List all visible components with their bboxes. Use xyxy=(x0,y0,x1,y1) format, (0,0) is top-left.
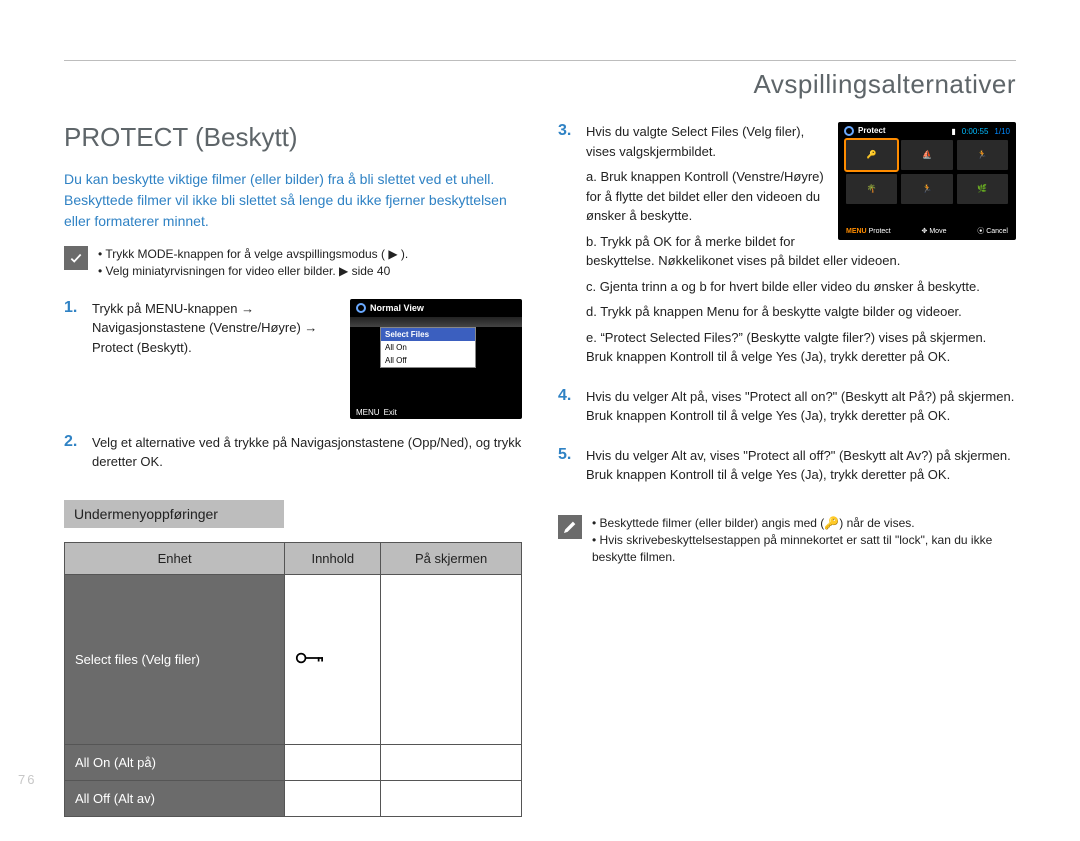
table-row: All Off (Alt av) xyxy=(65,780,522,816)
divider xyxy=(64,60,1016,61)
thumbnail: 🏃 xyxy=(901,174,952,204)
step3-e: e. “Protect Selected Files?” (Beskytte v… xyxy=(586,328,1016,367)
step-1: 1. Trykk på MENU-knappen → Navigasjonsta… xyxy=(64,299,522,419)
step-number: 2. xyxy=(64,433,82,478)
cell-enhet: Select files (Velg filer) xyxy=(65,574,285,744)
thumbnail: 🏃 xyxy=(957,140,1008,170)
step-text: Trykk på MENU-knappen → Navigasjonstaste… xyxy=(92,299,340,358)
pencil-icon xyxy=(558,515,582,539)
note-line: Hvis skrivebeskyttelsestappen på minneko… xyxy=(592,532,1016,567)
th-enhet: Enhet xyxy=(65,542,285,574)
page-number: 76 xyxy=(18,772,36,787)
foot-menu: MENU xyxy=(846,228,867,235)
note-box: Beskyttede filmer (eller bilder) angis m… xyxy=(558,515,1016,567)
menu-label: MENU xyxy=(356,408,380,417)
callout-line: Velg miniatyrvisningen for video eller b… xyxy=(98,263,408,280)
step-number: 4. xyxy=(558,387,576,432)
cell-enhet: All On (Alt på) xyxy=(65,744,285,780)
cell-enhet: All Off (Alt av) xyxy=(65,780,285,816)
list-item: All Off xyxy=(381,354,475,367)
th-skjerm: På skjermen xyxy=(381,542,522,574)
time-label: 0:00:55 xyxy=(962,126,989,138)
step-2: 2. Velg et alternative ved å trykke på N… xyxy=(64,433,522,478)
page-title: PROTECT (Beskytt) xyxy=(64,122,522,153)
step-number: 3. xyxy=(558,122,576,373)
step-5: 5. Hvis du velger Alt av, vises "Protect… xyxy=(558,446,1016,491)
step-number: 1. xyxy=(64,299,82,419)
chapter-title: Avspillingsalternativer xyxy=(64,69,1016,100)
table-row: All On (Alt på) xyxy=(65,744,522,780)
step3-d: d. Trykk på knappen Menu for å beskytte … xyxy=(586,302,1016,322)
step3-c: c. Gjenta trinn a og b for hvert bilde e… xyxy=(586,277,1016,297)
play-icon xyxy=(356,303,366,313)
cell-innhold xyxy=(285,574,381,744)
intro-text: Du kan beskytte viktige filmer (eller bi… xyxy=(64,169,522,232)
screenshot-a: Normal View Select Files All On All Off … xyxy=(350,299,522,419)
thumbnail: 🔑 xyxy=(846,140,897,170)
thumbnail: 🌴 xyxy=(846,174,897,204)
step-4: 4. Hvis du velger Alt på, vises "Protect… xyxy=(558,387,1016,432)
thumbnail: 🌿 xyxy=(957,174,1008,204)
screen-a-title: Normal View xyxy=(370,303,424,313)
screenshot-b: Protect ▮ 0:00:55 1/10 🔑 ⛵ 🏃 🌴 xyxy=(838,122,1016,240)
callout-box: Trykk MODE-knappen for å velge avspillin… xyxy=(64,246,522,281)
note-bullets: Beskyttede filmer (eller bilder) angis m… xyxy=(592,515,1016,567)
table-row: Select files (Velg filer) xyxy=(65,574,522,744)
callout-bullets: Trykk MODE-knappen for å velge avspillin… xyxy=(98,246,408,281)
check-icon xyxy=(64,246,88,270)
callout-line: Trykk MODE-knappen for å velge avspillin… xyxy=(98,246,408,263)
step-number: 5. xyxy=(558,446,576,491)
step-text: Hvis du velger Alt av, vises "Protect al… xyxy=(586,446,1016,485)
exit-label: Exit xyxy=(384,408,397,417)
count-label: 1/10 xyxy=(994,126,1010,138)
list-item: All On xyxy=(381,341,475,354)
list-item: Select Files xyxy=(381,328,475,341)
th-innhold: Innhold xyxy=(285,542,381,574)
cell-screen xyxy=(381,574,522,744)
thumbnail: ⛵ xyxy=(901,140,952,170)
battery-icon: ▮ xyxy=(951,126,955,138)
screen-b-title: Protect xyxy=(858,125,886,137)
options-table: Enhet Innhold På skjermen Select files (… xyxy=(64,542,522,817)
step-text: Hvis du velger Alt på, vises "Protect al… xyxy=(586,387,1016,426)
step-text: Velg et alternative ved å trykke på Navi… xyxy=(92,433,522,472)
note-line: Beskyttede filmer (eller bilder) angis m… xyxy=(592,515,1016,532)
key-icon xyxy=(295,651,330,665)
play-icon xyxy=(844,126,854,136)
step-3: 3. Protect ▮ 0:00:55 1/10 xyxy=(558,122,1016,373)
submenu-heading: Undermenyoppføringer xyxy=(64,500,284,528)
